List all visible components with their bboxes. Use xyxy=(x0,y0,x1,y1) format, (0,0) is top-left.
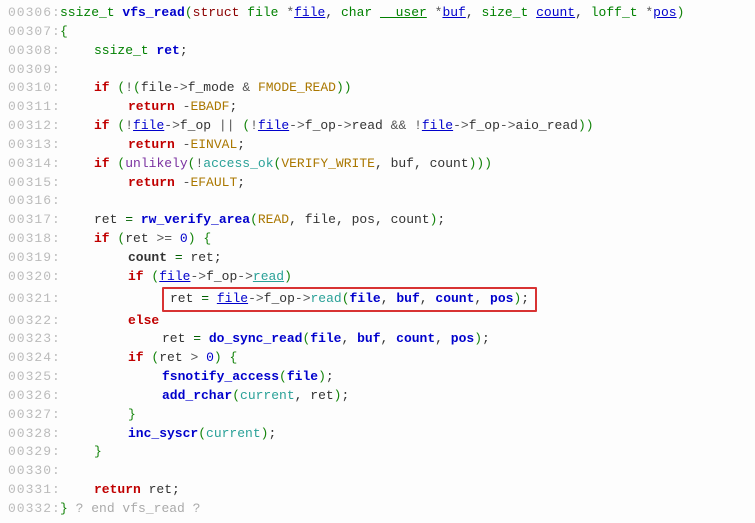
code-line-317: 00317: ret = rw_verify_area(READ, file, … xyxy=(0,211,755,230)
code-line-332: 00332: } ? end vfs_read ? xyxy=(0,500,755,519)
line-number: 00312: xyxy=(0,117,60,136)
code-line-318: 00318: if (ret >= 0) { xyxy=(0,230,755,249)
code: ssize_t ret; xyxy=(60,42,188,61)
code-line-308: 00308: ssize_t ret; xyxy=(0,42,755,61)
code-line-328: 00328: inc_syscr(current); xyxy=(0,425,755,444)
code-line-329: 00329: } xyxy=(0,443,755,462)
code: return -EBADF; xyxy=(60,98,237,117)
code: else xyxy=(60,312,159,331)
code: ret = file->f_op->read(file, buf, count,… xyxy=(60,287,537,312)
line-number: 00317: xyxy=(0,211,60,230)
line-number: 00327: xyxy=(0,406,60,425)
code: if (ret >= 0) { xyxy=(60,230,211,249)
code: count = ret; xyxy=(60,249,222,268)
line-number: 00309: xyxy=(0,61,60,80)
code: if (file->f_op->read) xyxy=(60,268,292,287)
line-number: 00324: xyxy=(0,349,60,368)
code: return ret; xyxy=(60,481,180,500)
code xyxy=(60,192,68,211)
code-line-321: 00321: ret = file->f_op->read(file, buf,… xyxy=(0,287,755,312)
highlighted-call: ret = file->f_op->read(file, buf, count,… xyxy=(162,287,537,312)
line-number: 00316: xyxy=(0,192,60,211)
code xyxy=(60,61,68,80)
code: } ? end vfs_read ? xyxy=(60,500,200,519)
line-number: 00330: xyxy=(0,462,60,481)
code: if (!file->f_op || (!file->f_op->read &&… xyxy=(60,117,594,136)
code-line-330: 00330: xyxy=(0,462,755,481)
code-line-309: 00309: xyxy=(0,61,755,80)
code: fsnotify_access(file); xyxy=(60,368,334,387)
code-line-311: 00311: return -EBADF; xyxy=(0,98,755,117)
line-number: 00319: xyxy=(0,249,60,268)
line-number: 00329: xyxy=(0,443,60,462)
code-line-319: 00319: count = ret; xyxy=(0,249,755,268)
line-number: 00307: xyxy=(0,23,60,42)
line-number: 00328: xyxy=(0,425,60,444)
code: if (!(file->f_mode & FMODE_READ)) xyxy=(60,79,352,98)
line-number: 00311: xyxy=(0,98,60,117)
line-number: 00325: xyxy=(0,368,60,387)
line-number: 00318: xyxy=(0,230,60,249)
code-line-320: 00320: if (file->f_op->read) xyxy=(0,268,755,287)
line-number: 00322: xyxy=(0,312,60,331)
code: ret = rw_verify_area(READ, file, pos, co… xyxy=(60,211,445,230)
line-number: 00310: xyxy=(0,79,60,98)
code-line-331: 00331: return ret; xyxy=(0,481,755,500)
line-number: 00315: xyxy=(0,174,60,193)
code: add_rchar(current, ret); xyxy=(60,387,349,406)
code: return -EINVAL; xyxy=(60,136,245,155)
code: { xyxy=(60,23,68,42)
line-number: 00321: xyxy=(0,290,60,309)
code-line-324: 00324: if (ret > 0) { xyxy=(0,349,755,368)
code-line-325: 00325: fsnotify_access(file); xyxy=(0,368,755,387)
code: ret = do_sync_read(file, buf, count, pos… xyxy=(60,330,490,349)
code-line-313: 00313: return -EINVAL; xyxy=(0,136,755,155)
code: } xyxy=(60,406,136,425)
code-line-327: 00327: } xyxy=(0,406,755,425)
code-line-316: 00316: xyxy=(0,192,755,211)
code-line-306: 00306: ssize_t vfs_read(struct file *fil… xyxy=(0,4,755,23)
code-line-326: 00326: add_rchar(current, ret); xyxy=(0,387,755,406)
code-line-312: 00312: if (!file->f_op || (!file->f_op->… xyxy=(0,117,755,136)
line-number: 00313: xyxy=(0,136,60,155)
code-line-307: 00307: { xyxy=(0,23,755,42)
code-line-315: 00315: return -EFAULT; xyxy=(0,174,755,193)
code-line-314: 00314: if (unlikely(!access_ok(VERIFY_WR… xyxy=(0,155,755,174)
code: return -EFAULT; xyxy=(60,174,245,193)
code-line-322: 00322: else xyxy=(0,312,755,331)
code-line-323: 00323: ret = do_sync_read(file, buf, cou… xyxy=(0,330,755,349)
line-number: 00326: xyxy=(0,387,60,406)
line-number: 00314: xyxy=(0,155,60,174)
code: if (unlikely(!access_ok(VERIFY_WRITE, bu… xyxy=(60,155,492,174)
code xyxy=(60,462,68,481)
line-number: 00320: xyxy=(0,268,60,287)
code: } xyxy=(60,443,102,462)
code: ssize_t vfs_read(struct file *file, char… xyxy=(60,4,684,23)
code: inc_syscr(current); xyxy=(60,425,276,444)
line-number: 00332: xyxy=(0,500,60,519)
code-line-310: 00310: if (!(file->f_mode & FMODE_READ)) xyxy=(0,79,755,98)
line-number: 00323: xyxy=(0,330,60,349)
code: if (ret > 0) { xyxy=(60,349,237,368)
line-number: 00306: xyxy=(0,4,60,23)
line-number: 00331: xyxy=(0,481,60,500)
line-number: 00308: xyxy=(0,42,60,61)
